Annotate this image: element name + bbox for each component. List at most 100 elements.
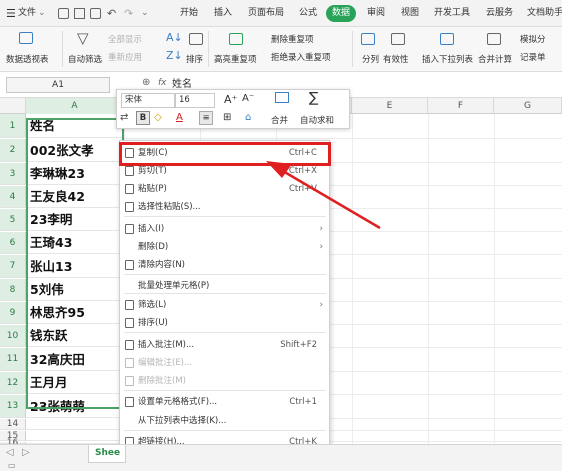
row-header-13[interactable]: 13 <box>0 395 26 418</box>
context-item-5[interactable]: 删除(D) › <box>120 238 329 256</box>
context-item-6[interactable]: 清除内容(N) <box>120 256 329 274</box>
cell-a7[interactable]: 张山13 <box>26 255 123 278</box>
cell-a3[interactable]: 李琳琳23 <box>26 163 123 185</box>
sheet-nav-next-icon[interactable]: ▷ <box>22 447 30 458</box>
tab-review[interactable]: 审阅 <box>367 0 385 27</box>
tab-developer[interactable]: 开发工具 <box>434 0 470 27</box>
split-column-button[interactable]: 分列 <box>362 53 379 65</box>
context-item-2[interactable]: 粘贴(P) Ctrl+V <box>120 180 329 198</box>
highlight-duplicates-button[interactable]: 高亮重复项 <box>214 53 257 65</box>
menu-icon[interactable]: ☰ <box>6 0 16 27</box>
shrink-font-icon[interactable]: A⁻ <box>242 93 254 104</box>
tab-insert[interactable]: 插入 <box>214 0 232 27</box>
column-header-f[interactable]: F <box>428 98 494 114</box>
fx-icon[interactable]: fx <box>158 78 167 88</box>
row-header-14[interactable]: 14 <box>0 419 26 430</box>
context-item-14[interactable]: 从下拉列表中选择(K)... <box>120 412 329 430</box>
border-icon[interactable]: ⊞ <box>223 112 231 123</box>
merge-button[interactable]: 合并 <box>271 114 288 126</box>
undo-icon[interactable]: ↶ <box>107 0 116 27</box>
font-select[interactable]: 宋体 <box>121 93 175 108</box>
tab-data[interactable]: 数据 <box>326 5 357 22</box>
reapply-button[interactable]: 重新应用 <box>108 51 142 63</box>
context-item-3[interactable]: 选择性粘贴(S)... <box>120 198 329 216</box>
validity-button[interactable]: 有效性 <box>383 53 409 65</box>
merge-calc-button[interactable]: 合并计算 <box>478 53 512 65</box>
select-all-corner[interactable] <box>0 98 26 114</box>
cell-a4[interactable]: 王友良42 <box>26 186 123 208</box>
context-item-13[interactable]: 设置单元格格式(F)... Ctrl+1 <box>120 393 329 411</box>
row-header-9[interactable]: 9 <box>0 302 26 324</box>
cell-a5[interactable]: 23李明 <box>26 209 123 231</box>
font-size-select[interactable]: 16 <box>175 93 215 108</box>
row-header-4[interactable]: 4 <box>0 186 26 208</box>
preview-icon[interactable] <box>90 8 101 19</box>
row-header-1[interactable]: 1 <box>0 114 26 138</box>
cell-a15[interactable] <box>26 431 123 441</box>
row-header-2[interactable]: 2 <box>0 139 26 162</box>
delete-duplicates-button[interactable]: 删除重复项 <box>271 33 314 45</box>
print-icon[interactable] <box>74 8 85 19</box>
bold-button[interactable]: B <box>136 111 150 125</box>
record-button[interactable]: 记录单 <box>520 51 546 63</box>
chevron-down-icon[interactable]: ⌄ <box>141 0 149 27</box>
tab-formula[interactable]: 公式 <box>299 0 317 27</box>
cell-a11[interactable]: 32高庆田 <box>26 348 123 371</box>
cell-a9[interactable]: 林思齐95 <box>26 302 123 324</box>
tab-view[interactable]: 视图 <box>401 0 419 27</box>
cell-a13[interactable]: 23张萌萌 <box>26 395 123 418</box>
row-header-8[interactable]: 8 <box>0 279 26 301</box>
fill-color-icon[interactable]: ◇ <box>154 112 162 123</box>
redo-icon[interactable]: ↷ <box>124 0 133 27</box>
tab-cloud[interactable]: 云服务 <box>486 0 513 27</box>
tab-doc-assistant[interactable]: 文档助手 <box>527 0 562 27</box>
row-header-12[interactable]: 12 <box>0 372 26 394</box>
simulate-button[interactable]: 模拟分 <box>520 33 546 45</box>
file-menu[interactable]: 文件 <box>18 0 36 27</box>
column-header-e[interactable]: E <box>352 98 428 114</box>
row-header-10[interactable]: 10 <box>0 325 26 347</box>
context-item-4[interactable]: 插入(I) › <box>120 220 329 238</box>
cell-a6[interactable]: 王琦43 <box>26 232 123 254</box>
grow-font-icon[interactable]: A⁺ <box>224 93 237 106</box>
context-item-1[interactable]: 剪切(T) Ctrl+X <box>120 162 329 180</box>
cell-a12[interactable]: 王月月 <box>26 372 123 394</box>
zoom-icon[interactable]: ⊕ <box>142 77 150 88</box>
reject-duplicates-button[interactable]: 拒绝录入重复项 <box>271 51 331 63</box>
context-item-9[interactable]: 排序(U) <box>120 314 329 332</box>
cell-a1[interactable]: 姓名 <box>26 114 123 138</box>
context-item-8[interactable]: 筛选(L) › <box>120 296 329 314</box>
chevron-down-icon[interactable]: ⌄ <box>38 0 46 27</box>
sort-button[interactable]: 排序 <box>186 53 203 65</box>
context-item-10[interactable]: 插入批注(M)... Shift+F2 <box>120 336 329 354</box>
save-icon[interactable] <box>58 8 69 19</box>
tab-home[interactable]: 开始 <box>180 0 198 27</box>
cell-a10[interactable]: 钱东跃 <box>26 325 123 347</box>
font-color-button[interactable]: A <box>176 112 183 123</box>
column-header-a[interactable]: A <box>26 98 124 114</box>
sort-asc-icon[interactable]: A↓ <box>166 31 183 44</box>
row-header-11[interactable]: 11 <box>0 348 26 371</box>
pivot-table-button[interactable]: 数据透视表 <box>6 53 49 65</box>
autofilter-button[interactable]: 自动筛选 <box>68 53 102 65</box>
sheet-tab[interactable]: Shee <box>88 445 126 463</box>
name-box[interactable]: A1 <box>6 77 110 93</box>
show-all-button[interactable]: 全部显示 <box>108 33 142 45</box>
wrap-icon[interactable]: ⇄ <box>120 112 128 123</box>
cell-a2[interactable]: 002张文孝 <box>26 139 123 162</box>
autosum-button[interactable]: 自动求和 <box>300 114 334 126</box>
insert-dropdown-button[interactable]: 插入下拉列表 <box>422 53 473 65</box>
sheet-nav-icon[interactable]: ◁ <box>6 447 14 458</box>
cell-a14[interactable] <box>26 419 123 430</box>
format-painter-icon[interactable]: ⌂ <box>245 112 251 123</box>
align-icon[interactable]: ≡ <box>199 111 213 125</box>
cell-a8[interactable]: 5刘伟 <box>26 279 123 301</box>
sort-desc-icon[interactable]: Z↓ <box>166 49 183 62</box>
row-header-6[interactable]: 6 <box>0 232 26 254</box>
row-header-5[interactable]: 5 <box>0 209 26 231</box>
column-header-g[interactable]: G <box>494 98 562 114</box>
context-item-0[interactable]: 复制(C) Ctrl+C <box>120 144 329 162</box>
tab-page-layout[interactable]: 页面布局 <box>248 0 284 27</box>
row-header-7[interactable]: 7 <box>0 255 26 278</box>
row-header-3[interactable]: 3 <box>0 163 26 185</box>
